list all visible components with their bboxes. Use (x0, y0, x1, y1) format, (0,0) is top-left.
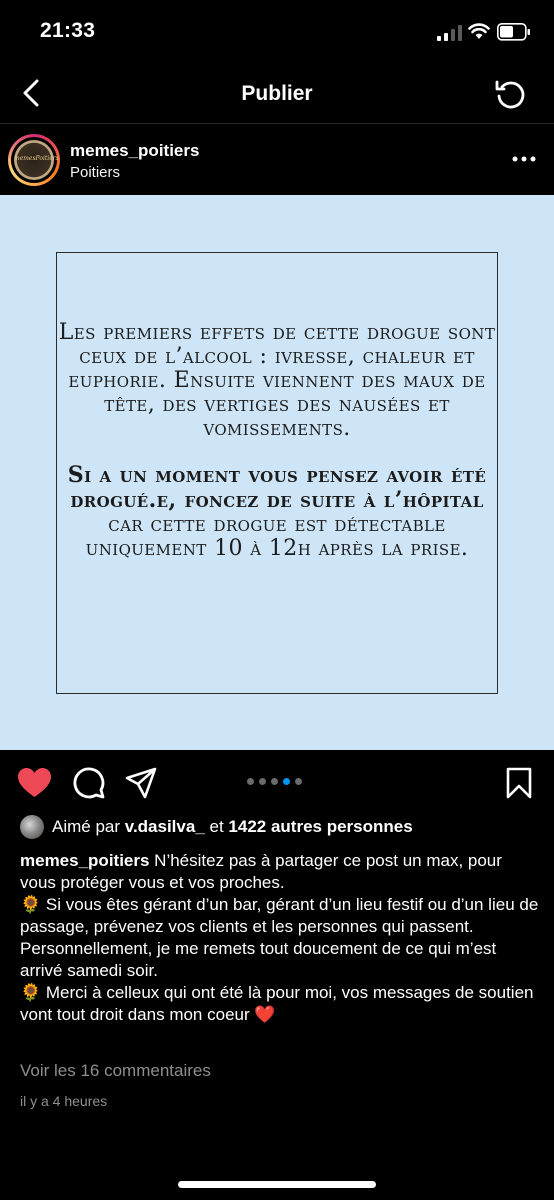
caption-paragraph-3: Personnellement, je me remets tout douce… (20, 939, 497, 980)
carousel-dot (271, 778, 278, 785)
image-paragraph-2-rest: car cette drogue est détectable uniqueme… (85, 512, 469, 561)
refresh-button[interactable] (494, 78, 528, 110)
status-bar: 21:33 (0, 0, 554, 66)
carousel-dot-active (283, 778, 290, 785)
carousel-indicator (247, 778, 302, 786)
carousel-dot (247, 778, 254, 785)
view-comments-link[interactable]: Voir les 16 commentaires (20, 1061, 211, 1081)
signal-icon (437, 25, 462, 41)
carousel-dot (259, 778, 266, 785)
sunflower-emoji: 🌻 (20, 895, 42, 914)
post-username[interactable]: memes_poitiers (70, 141, 199, 161)
carousel-dot (295, 778, 302, 785)
share-button[interactable] (124, 766, 158, 800)
page-title: Publier (241, 82, 313, 105)
caption-paragraph-2: 🌻 Si vous êtes gérant d’un bar, gérant d… (20, 894, 540, 938)
bookmark-button[interactable] (505, 767, 533, 799)
caption-paragraph-1: memes_poitiers N’hésitez pas à partager … (20, 850, 540, 894)
image-text: Les premiers effets de cette drogue sont… (57, 321, 497, 561)
avatar-image: memesPoitiers (14, 140, 59, 180)
story-ring[interactable]: memesPoitiers (8, 134, 60, 186)
post-image[interactable]: Les premiers effets de cette drogue sont… (0, 195, 554, 750)
sunflower-emoji: 🌻 (20, 983, 42, 1002)
wifi-icon (468, 23, 490, 39)
caption-paragraph-4: 🌻 Merci à celleux qui ont été là pour mo… (20, 982, 540, 1026)
post-caption: memes_poitiers N’hésitez pas à partager … (20, 850, 540, 1026)
battery-icon (497, 23, 530, 41)
likes-text[interactable]: Aimé par v.dasilva_ et 1422 autres perso… (52, 817, 413, 837)
like-button[interactable] (17, 767, 52, 799)
action-bar (0, 750, 554, 812)
likes-count[interactable]: 1422 autres personnes (228, 817, 412, 836)
caption-line-4: Merci à celleux qui ont été là pour moi,… (20, 983, 534, 1024)
nav-bar: Publier (0, 66, 554, 123)
post-header: memesPoitiers memes_poitiers Poitiers (0, 124, 554, 195)
image-paragraph-1: Les premiers effets de cette drogue sont… (58, 320, 496, 441)
liker-avatar[interactable] (20, 815, 44, 839)
image-paragraph-2: Si a un moment vous pensez avoir été dro… (57, 463, 497, 561)
image-paragraph-2-bold: Si a un moment vous pensez avoir été dro… (67, 462, 487, 513)
caption-username[interactable]: memes_poitiers (20, 851, 149, 870)
status-time: 21:33 (40, 19, 96, 42)
avatar[interactable]: memesPoitiers (11, 137, 59, 183)
home-indicator[interactable] (178, 1181, 376, 1188)
likes-middle: et (204, 817, 229, 836)
post-location[interactable]: Poitiers (70, 164, 120, 181)
likes-prefix: Aimé par (52, 817, 125, 836)
image-frame: Les premiers effets de cette drogue sont… (56, 252, 498, 694)
more-options-button[interactable] (510, 154, 538, 164)
comment-button[interactable] (72, 766, 106, 800)
avatar-logo-text: memesPoitiers (14, 155, 59, 162)
post-timestamp: il y a 4 heures (20, 1093, 108, 1109)
heart-emoji: ❤️ (254, 1005, 276, 1024)
caption-line-2: Si vous êtes gérant d’un bar, gérant d’u… (20, 895, 539, 936)
liker-username[interactable]: v.dasilva_ (125, 817, 205, 836)
